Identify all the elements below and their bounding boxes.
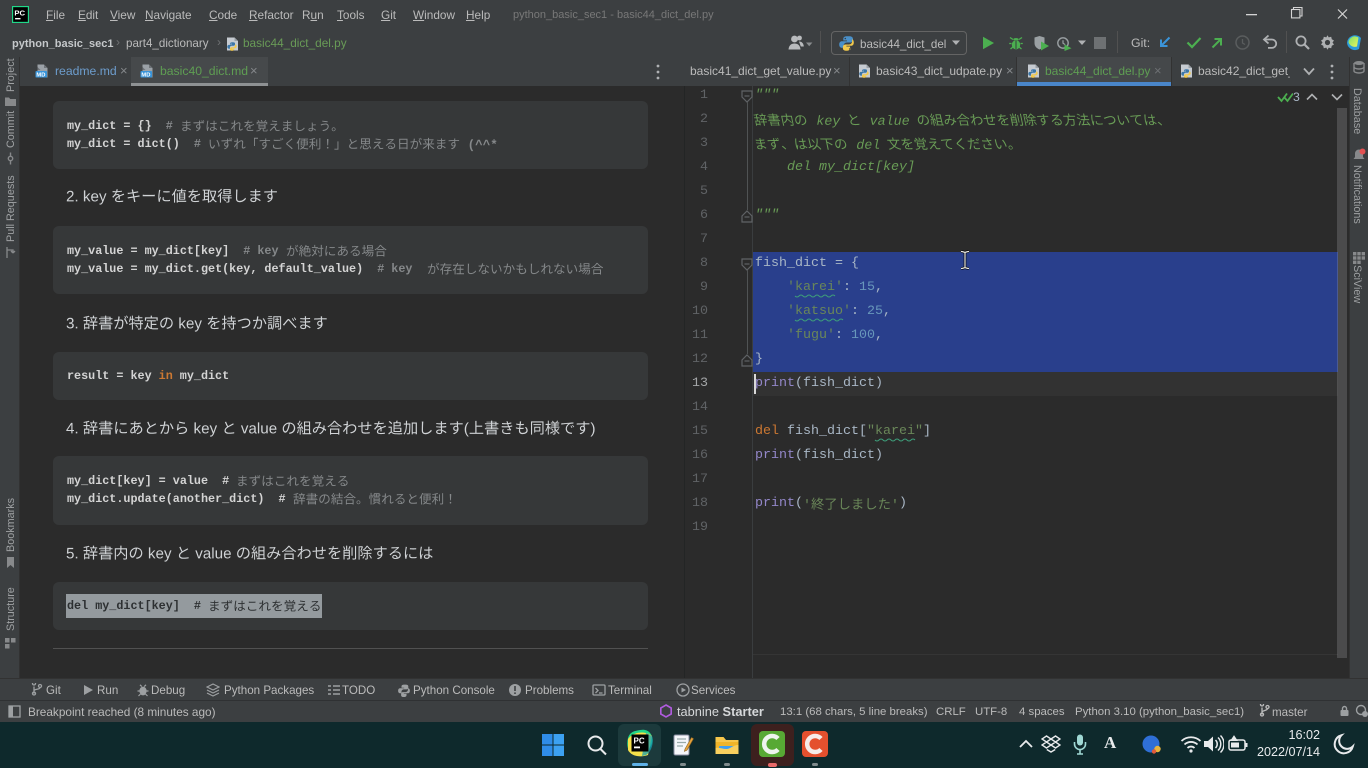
svg-text:PC: PC bbox=[634, 737, 645, 746]
